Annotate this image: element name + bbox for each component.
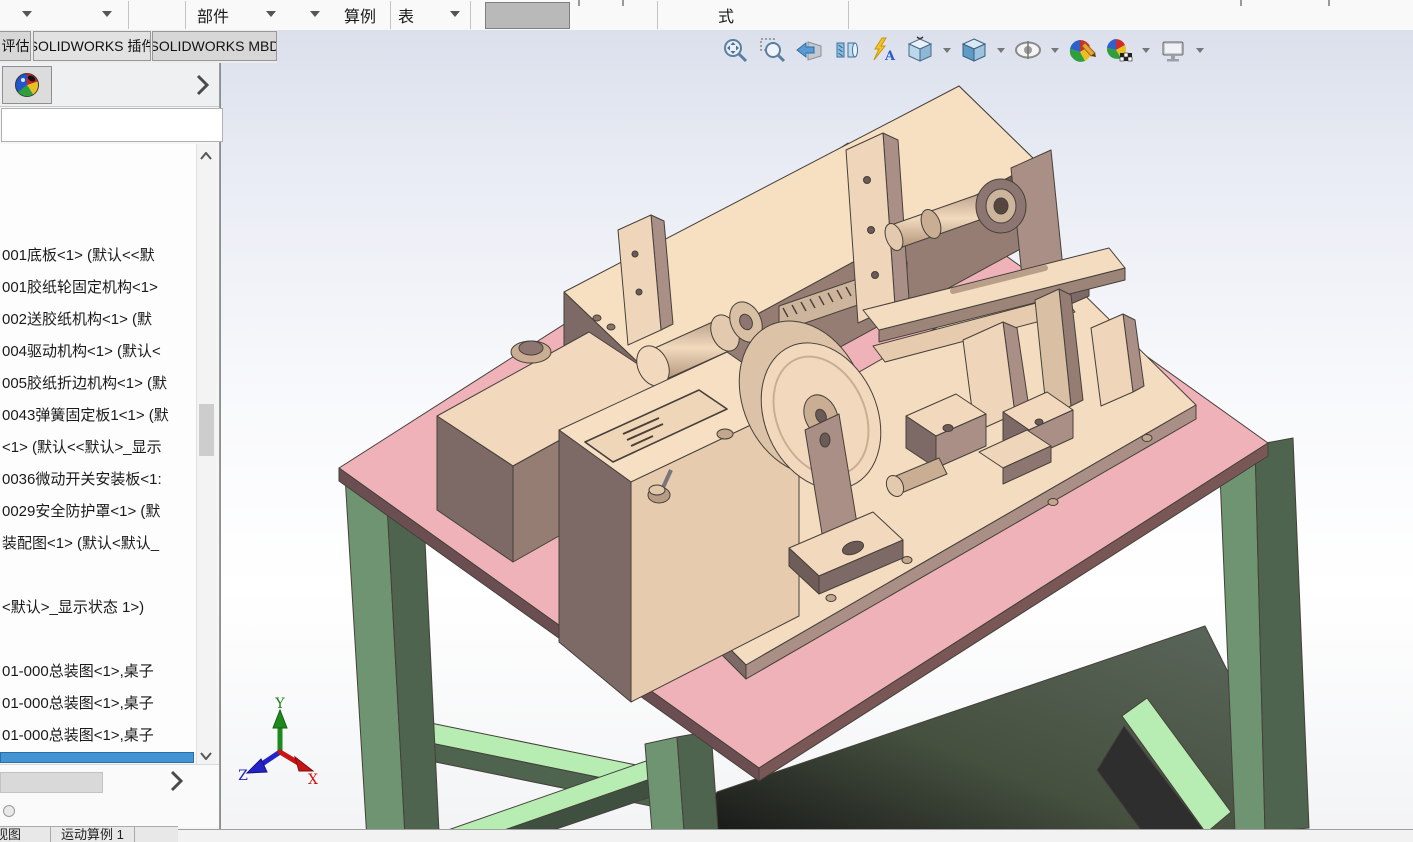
dropdown-caret-icon[interactable] [1196, 47, 1204, 53]
view-settings-icon[interactable] [1159, 36, 1187, 64]
expand-right-chevron-icon[interactable] [166, 769, 186, 793]
upright-bracket-left [617, 214, 674, 346]
lower-scrollbar-thumb[interactable] [0, 772, 103, 793]
dropdown-caret-icon[interactable] [266, 11, 276, 17]
zoom-to-fit-icon[interactable] [721, 36, 749, 64]
apply-scene-icon[interactable] [1105, 36, 1133, 64]
tree-item[interactable]: 001胶纸轮固定机构<1> [2, 278, 196, 298]
tree-item[interactable]: 004驱动机构<1> (默认< [2, 342, 196, 362]
tree-item[interactable]: 005胶纸折边机构<1> (默 [2, 374, 196, 394]
tree-item[interactable]: <1> (默认<<默认>_显示 [2, 438, 196, 458]
dropdown-caret-icon[interactable] [22, 11, 32, 17]
dropdown-caret-icon[interactable] [1142, 47, 1150, 53]
tab-evaluate[interactable]: 评估 [0, 31, 31, 61]
ribbon-button-table[interactable]: 表 [398, 3, 414, 27]
scroll-down-icon[interactable] [200, 752, 212, 760]
view-orientation-icon[interactable] [906, 36, 934, 64]
tree-item[interactable]: <默认>_显示状态 1>) [2, 598, 196, 618]
hide-show-items-icon[interactable] [1014, 36, 1042, 64]
tab-motion-study-1[interactable]: 运动算例 1 [51, 827, 135, 842]
triad-x-label: X [308, 772, 318, 788]
triad-y-label: Y [274, 696, 285, 712]
tree-filter-input[interactable] [1, 108, 223, 142]
ribbon-button-component[interactable]: 部件 [197, 3, 229, 27]
appearance-tab[interactable] [2, 66, 52, 104]
dropdown-caret-icon[interactable] [310, 11, 320, 17]
panel-header [0, 63, 219, 107]
ribbon-row: 部件 算例 表 式 [0, 0, 1413, 31]
tree-horizontal-scrollbar[interactable] [0, 752, 194, 763]
edit-appearance-icon[interactable] [1068, 36, 1096, 64]
table-rails [405, 717, 678, 829]
solidworks-window: 部件 算例 表 式 A Y Z X 评估 SOLIDWORKS 插件 SOLID… [0, 0, 1413, 842]
bottom-tab-bar: 视图 运动算例 1 [0, 826, 178, 842]
tree-vertical-scrollbar[interactable] [196, 144, 216, 768]
ribbon-button-study[interactable]: 算例 [344, 3, 376, 27]
scroll-up-icon[interactable] [200, 152, 212, 160]
ribbon-label-shi: 式 [718, 9, 735, 26]
status-bar [0, 829, 1413, 842]
tab-solidworks-mbd[interactable]: SOLIDWORKS MBD [152, 31, 277, 61]
tree-item[interactable]: 0043弹簧固定板1<1> (默 [2, 406, 196, 426]
panel-lower-strip [0, 764, 219, 827]
dropdown-caret-icon[interactable] [102, 11, 112, 17]
heads-up-view-toolbar: A [721, 36, 1204, 64]
display-style-icon[interactable] [960, 36, 988, 64]
tree-item[interactable]: 0029安全防护罩<1> (默 [2, 502, 196, 522]
section-view-icon[interactable] [832, 36, 860, 64]
scrollbar-thumb[interactable] [199, 404, 214, 456]
previous-view-icon[interactable] [795, 36, 823, 64]
tree-item[interactable]: 01-000总装图<1>,桌子 [2, 694, 196, 714]
dropdown-caret-icon[interactable] [1051, 47, 1059, 53]
tree-item[interactable]: 装配图<1> (默认<默认_ [2, 534, 196, 554]
key-point-icon[interactable] [3, 805, 15, 817]
zoom-to-area-icon[interactable] [758, 36, 786, 64]
appearance-ball-icon [15, 73, 39, 97]
orientation-triad: Y Z X [238, 696, 318, 788]
tree-item[interactable]: 01-000总装图<1>,桌子 [2, 726, 196, 746]
assembly-3d-model[interactable]: Y Z X [221, 30, 1413, 829]
tree-item[interactable]: 001底板<1> (默认<<默 [2, 246, 196, 266]
graphics-viewport[interactable]: A Y Z X [220, 30, 1413, 829]
motion-manager-panel: 001底板<1> (默认<<默 001胶纸轮固定机构<1> 002送胶纸机构<1… [0, 63, 223, 829]
tab-model-view[interactable]: 视图 [0, 827, 51, 842]
dynamic-annotation-icon[interactable]: A [869, 36, 897, 64]
command-manager-tabs: 评估 SOLIDWORKS 插件 SOLIDWORKS MBD [0, 30, 277, 63]
expand-panel-chevron-icon[interactable] [192, 72, 212, 98]
feature-tree: 001底板<1> (默认<<默 001胶纸轮固定机构<1> 002送胶纸机构<1… [0, 144, 196, 752]
dropdown-caret-icon[interactable] [943, 47, 951, 53]
tree-item[interactable]: 01-000总装图<1>,桌子 [2, 662, 196, 682]
dropdown-caret-icon[interactable] [997, 47, 1005, 53]
tree-item[interactable]: 002送胶纸机构<1> (默 [2, 310, 196, 330]
tab-solidworks-addins[interactable]: SOLIDWORKS 插件 [33, 31, 151, 61]
tree-item[interactable]: 0036微动开关安装板<1: [2, 470, 196, 490]
triad-z-label: Z [238, 768, 248, 784]
ribbon-pressed-button[interactable] [485, 2, 570, 29]
svg-text:A: A [884, 49, 896, 64]
dropdown-caret-icon[interactable] [450, 11, 460, 17]
